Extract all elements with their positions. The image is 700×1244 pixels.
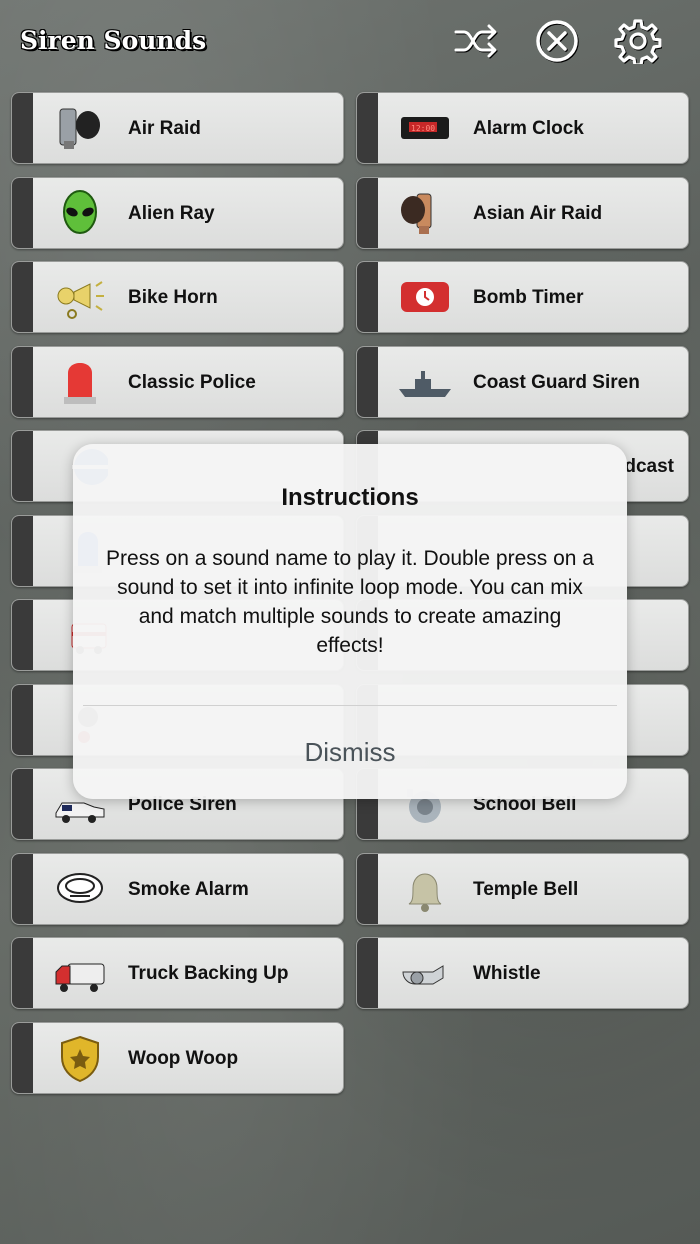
dialog-message: Press on a sound name to play it. Double…: [106, 547, 594, 657]
dismiss-button[interactable]: Dismiss: [73, 706, 627, 799]
dialog-overlay: Instructions Press on a sound name to pl…: [0, 0, 700, 1244]
dialog-title: Instructions: [281, 484, 419, 511]
instructions-dialog: Instructions Press on a sound name to pl…: [73, 444, 627, 799]
